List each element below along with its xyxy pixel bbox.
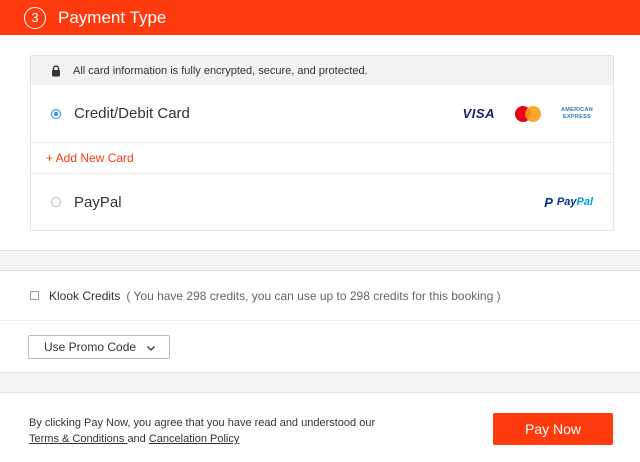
klook-credits-note: ( You have 298 credits, you can use up t… bbox=[126, 288, 501, 303]
secure-notice-bar: All card information is fully encrypted,… bbox=[31, 56, 613, 85]
klook-credits-label: Klook Credits bbox=[49, 288, 121, 303]
paypal-label: PayPal bbox=[74, 193, 122, 211]
card-logos: VISA AMERICAN EXPRESS bbox=[463, 85, 593, 142]
cancelation-policy-link[interactable]: Cancelation Policy bbox=[149, 433, 240, 445]
payment-options-box: All card information is fully encrypted,… bbox=[30, 55, 614, 231]
option-credit-card[interactable]: Credit/Debit Card VISA AMERICAN EXPRESS bbox=[31, 85, 613, 143]
terms-text: By clicking Pay Now, you agree that you … bbox=[29, 415, 375, 447]
payment-panel: All card information is fully encrypted,… bbox=[0, 35, 640, 251]
chevron-down-icon bbox=[146, 342, 156, 352]
promo-row: Use Promo Code bbox=[0, 321, 640, 373]
checkout-footer: By clicking Pay Now, you agree that you … bbox=[0, 392, 640, 462]
terms-conditions-link[interactable]: Terms & Conditions bbox=[29, 433, 127, 445]
terms-prefix: By clicking Pay Now, you agree that you … bbox=[29, 417, 376, 429]
secure-notice-text: All card information is fully encrypted,… bbox=[73, 64, 368, 77]
pay-now-button[interactable]: Pay Now bbox=[493, 413, 613, 445]
klook-credits-row: Klook Credits ( You have 298 credits, yo… bbox=[0, 271, 640, 321]
lock-icon bbox=[51, 64, 61, 77]
section-title: Payment Type bbox=[58, 7, 167, 27]
credit-card-label: Credit/Debit Card bbox=[74, 105, 190, 122]
use-promo-code-button[interactable]: Use Promo Code bbox=[28, 335, 170, 359]
visa-logo: VISA bbox=[462, 106, 495, 121]
promo-button-label: Use Promo Code bbox=[44, 340, 137, 354]
add-card-row: + Add New Card bbox=[31, 143, 613, 174]
paypal-radio[interactable] bbox=[51, 197, 61, 207]
credit-card-radio[interactable] bbox=[51, 108, 61, 119]
paypal-logo: P PayPal bbox=[544, 194, 593, 210]
option-paypal[interactable]: PayPal P PayPal bbox=[31, 174, 613, 230]
mastercard-logo bbox=[514, 105, 541, 122]
add-new-card-link[interactable]: + Add New Card bbox=[46, 151, 134, 165]
credits-promo-panel: Klook Credits ( You have 298 credits, yo… bbox=[0, 270, 640, 373]
terms-and-text: and bbox=[127, 433, 146, 445]
amex-logo: AMERICAN EXPRESS bbox=[560, 106, 593, 120]
step-number-badge: 3 bbox=[24, 6, 46, 29]
klook-credits-checkbox[interactable] bbox=[30, 291, 39, 300]
payment-type-header: 3 Payment Type bbox=[0, 0, 640, 35]
